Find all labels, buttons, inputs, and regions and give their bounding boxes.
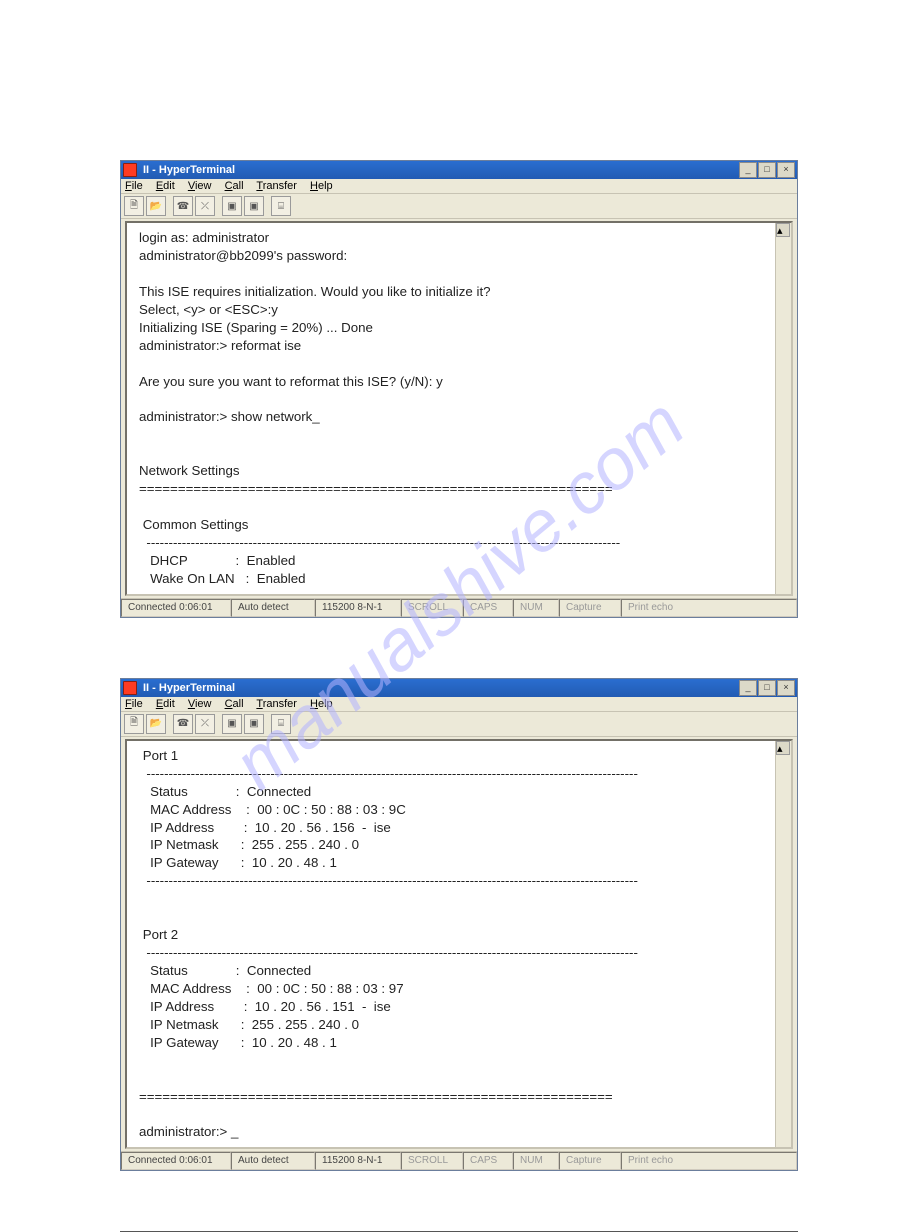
open-icon[interactable]: 📂 <box>146 196 166 216</box>
close-button[interactable]: × <box>777 680 795 696</box>
new-icon[interactable]: 🗎 <box>124 714 144 734</box>
status-auto: Auto detect <box>231 1152 315 1170</box>
statusbar: Connected 0:06:01 Auto detect 115200 8-N… <box>121 1151 797 1170</box>
receive-icon[interactable]: ▣ <box>244 714 264 734</box>
app-icon <box>123 163 137 177</box>
disconnect-icon[interactable]: ⤫ <box>195 714 215 734</box>
properties-icon[interactable]: ⌸ <box>271 196 291 216</box>
receive-icon[interactable]: ▣ <box>244 196 264 216</box>
properties-icon[interactable]: ⌸ <box>271 714 291 734</box>
menubar: File Edit View Call Transfer Help <box>121 697 797 712</box>
hyperterminal-window-2: II - HyperTerminal _ □ × File Edit View … <box>120 678 798 1172</box>
titlebar[interactable]: II - HyperTerminal _ □ × <box>121 161 797 179</box>
hyperterminal-window-1: II - HyperTerminal _ □ × File Edit View … <box>120 160 798 618</box>
status-print: Print echo <box>621 599 797 617</box>
send-icon[interactable]: ▣ <box>222 196 242 216</box>
maximize-button[interactable]: □ <box>758 162 776 178</box>
close-button[interactable]: × <box>777 162 795 178</box>
status-connected: Connected 0:06:01 <box>121 599 231 617</box>
status-print: Print echo <box>621 1152 797 1170</box>
status-capture: Capture <box>559 1152 621 1170</box>
scroll-up-icon[interactable]: ▴ <box>776 223 790 237</box>
status-cfg: 115200 8-N-1 <box>315 599 401 617</box>
maximize-button[interactable]: □ <box>758 680 776 696</box>
status-num: NUM <box>513 1152 559 1170</box>
statusbar: Connected 0:06:01 Auto detect 115200 8-N… <box>121 598 797 617</box>
menu-transfer[interactable]: Transfer <box>256 180 297 192</box>
status-cfg: 115200 8-N-1 <box>315 1152 401 1170</box>
titlebar[interactable]: II - HyperTerminal _ □ × <box>121 679 797 697</box>
menu-edit[interactable]: Edit <box>156 180 175 192</box>
toolbar: 🗎 📂 ☎ ⤫ ▣ ▣ ⌸ <box>121 712 797 737</box>
status-caps: CAPS <box>463 599 513 617</box>
menu-view[interactable]: View <box>188 698 212 710</box>
disconnect-icon[interactable]: ⤫ <box>195 196 215 216</box>
scrollbar[interactable]: ▴ <box>775 741 791 1148</box>
status-capture: Capture <box>559 599 621 617</box>
open-icon[interactable]: 📂 <box>146 714 166 734</box>
terminal-output[interactable]: login as: administrator administrator@bb… <box>127 223 791 594</box>
status-num: NUM <box>513 599 559 617</box>
menu-call[interactable]: Call <box>225 698 244 710</box>
scrollbar[interactable]: ▴ <box>775 223 791 594</box>
connect-icon[interactable]: ☎ <box>173 714 193 734</box>
terminal-area: Port 1 ---------------------------------… <box>125 739 793 1150</box>
app-icon <box>123 681 137 695</box>
menu-call[interactable]: Call <box>225 180 244 192</box>
menu-transfer[interactable]: Transfer <box>256 698 297 710</box>
send-icon[interactable]: ▣ <box>222 714 242 734</box>
menubar: File Edit View Call Transfer Help <box>121 179 797 194</box>
menu-file[interactable]: File <box>125 180 143 192</box>
status-scroll: SCROLL <box>401 1152 463 1170</box>
menu-help[interactable]: Help <box>310 180 333 192</box>
menu-edit[interactable]: Edit <box>156 698 175 710</box>
status-auto: Auto detect <box>231 599 315 617</box>
menu-help[interactable]: Help <box>310 698 333 710</box>
status-connected: Connected 0:06:01 <box>121 1152 231 1170</box>
status-scroll: SCROLL <box>401 599 463 617</box>
status-caps: CAPS <box>463 1152 513 1170</box>
toolbar: 🗎 📂 ☎ ⤫ ▣ ▣ ⌸ <box>121 194 797 219</box>
menu-view[interactable]: View <box>188 180 212 192</box>
minimize-button[interactable]: _ <box>739 680 757 696</box>
terminal-output[interactable]: Port 1 ---------------------------------… <box>127 741 791 1148</box>
menu-file[interactable]: File <box>125 698 143 710</box>
connect-icon[interactable]: ☎ <box>173 196 193 216</box>
scroll-up-icon[interactable]: ▴ <box>776 741 790 755</box>
new-icon[interactable]: 🗎 <box>124 196 144 216</box>
minimize-button[interactable]: _ <box>739 162 757 178</box>
window-title: II - HyperTerminal <box>141 682 738 694</box>
window-title: II - HyperTerminal <box>141 164 738 176</box>
terminal-area: login as: administrator administrator@bb… <box>125 221 793 596</box>
